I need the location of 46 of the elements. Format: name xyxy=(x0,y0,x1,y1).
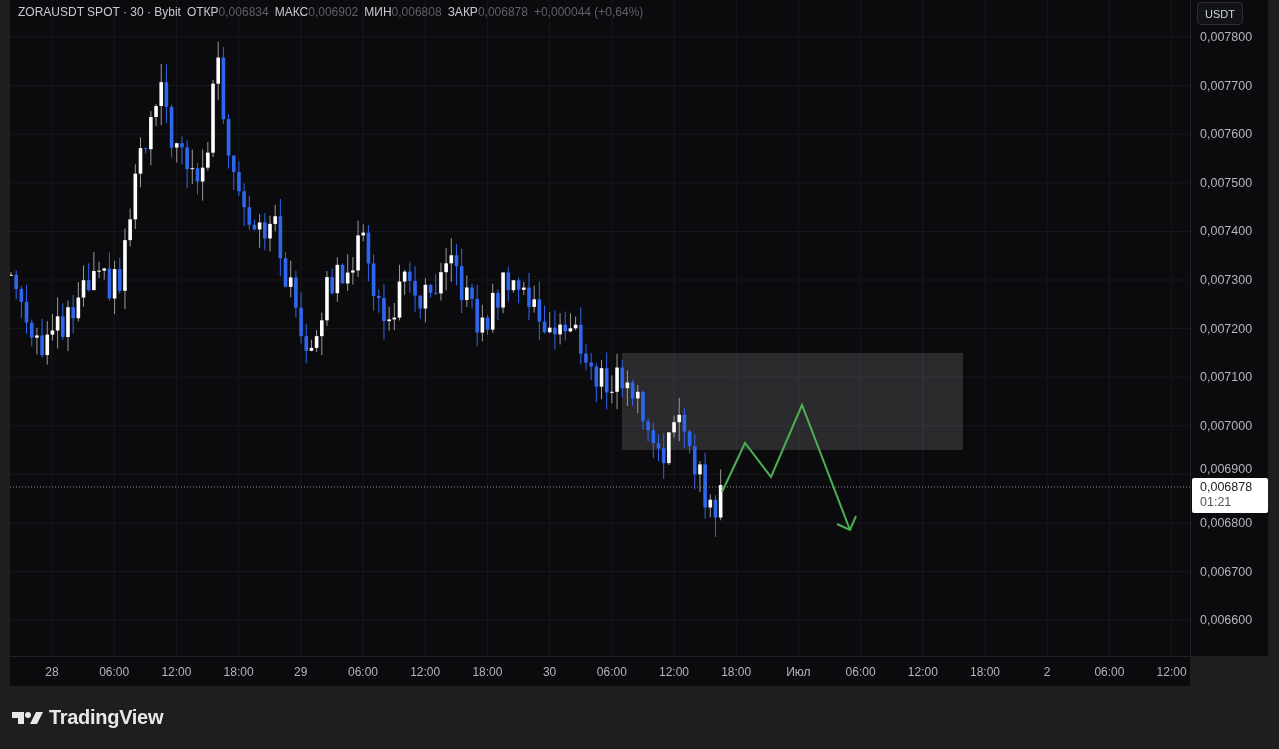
field-value: 0,006834 xyxy=(218,5,269,19)
price-tick: 0,007100 xyxy=(1200,370,1253,385)
field-label: МИН xyxy=(364,5,392,19)
time-label: 18:00 xyxy=(970,665,1000,679)
symbol-title: ZORAUSDT SPOT · 30 · Bybit xyxy=(18,5,181,19)
logo-icon xyxy=(12,709,43,726)
time-label: 12:00 xyxy=(659,665,689,679)
time-label: 2 xyxy=(1043,665,1051,679)
time-label: 30 xyxy=(542,665,557,679)
price-tick: 0,007400 xyxy=(1200,224,1253,239)
time-label: 12:00 xyxy=(907,665,938,679)
field-label: ЗАКР xyxy=(447,5,478,19)
price-tick: 0,007300 xyxy=(1200,273,1253,287)
currency-button[interactable]: USDT xyxy=(1197,2,1243,25)
time-label: 28 xyxy=(45,665,59,679)
time-label: Июл xyxy=(786,665,811,679)
brand-name: TradingView xyxy=(49,706,164,729)
time-label: 06:00 xyxy=(348,665,378,679)
price-tick: 0,006600 xyxy=(1200,613,1253,628)
price-tick: 0,007800 xyxy=(1200,30,1253,44)
time-label: 06:00 xyxy=(1094,665,1125,679)
price-tick: 0,006800 xyxy=(1200,516,1253,530)
last-price-label: 0,006878 01:21 xyxy=(1192,478,1268,513)
field-label: МАКС xyxy=(274,5,309,19)
price-tick: 0,007600 xyxy=(1200,127,1253,142)
time-label: 12:00 xyxy=(1156,665,1187,679)
price-tick: 0,007200 xyxy=(1200,321,1253,336)
time-label: 06:00 xyxy=(845,665,876,679)
field-value: 0,006878 xyxy=(477,5,528,19)
price-tick: 0,006700 xyxy=(1200,564,1253,579)
time-label: 29 xyxy=(294,665,308,679)
price-tick: 0,007500 xyxy=(1200,175,1253,190)
time-label: 06:00 xyxy=(596,665,627,679)
time-label: 18:00 xyxy=(472,665,503,679)
time-label: 18:00 xyxy=(223,665,254,679)
time-label: 12:00 xyxy=(410,665,441,679)
field-label: ОТКР xyxy=(186,5,219,19)
price-tick: 0,006900 xyxy=(1200,462,1253,476)
field-value: 0,006808 xyxy=(391,5,442,19)
price-tick: 0,007000 xyxy=(1200,418,1253,433)
time-label: 06:00 xyxy=(99,665,130,679)
price-tick: 0,007700 xyxy=(1200,78,1253,93)
price-change: +0,000044 (+0,64%) xyxy=(533,5,644,19)
field-value: 0,006902 xyxy=(308,5,359,19)
time-label: 18:00 xyxy=(721,665,752,679)
time-label: 12:00 xyxy=(161,665,192,679)
